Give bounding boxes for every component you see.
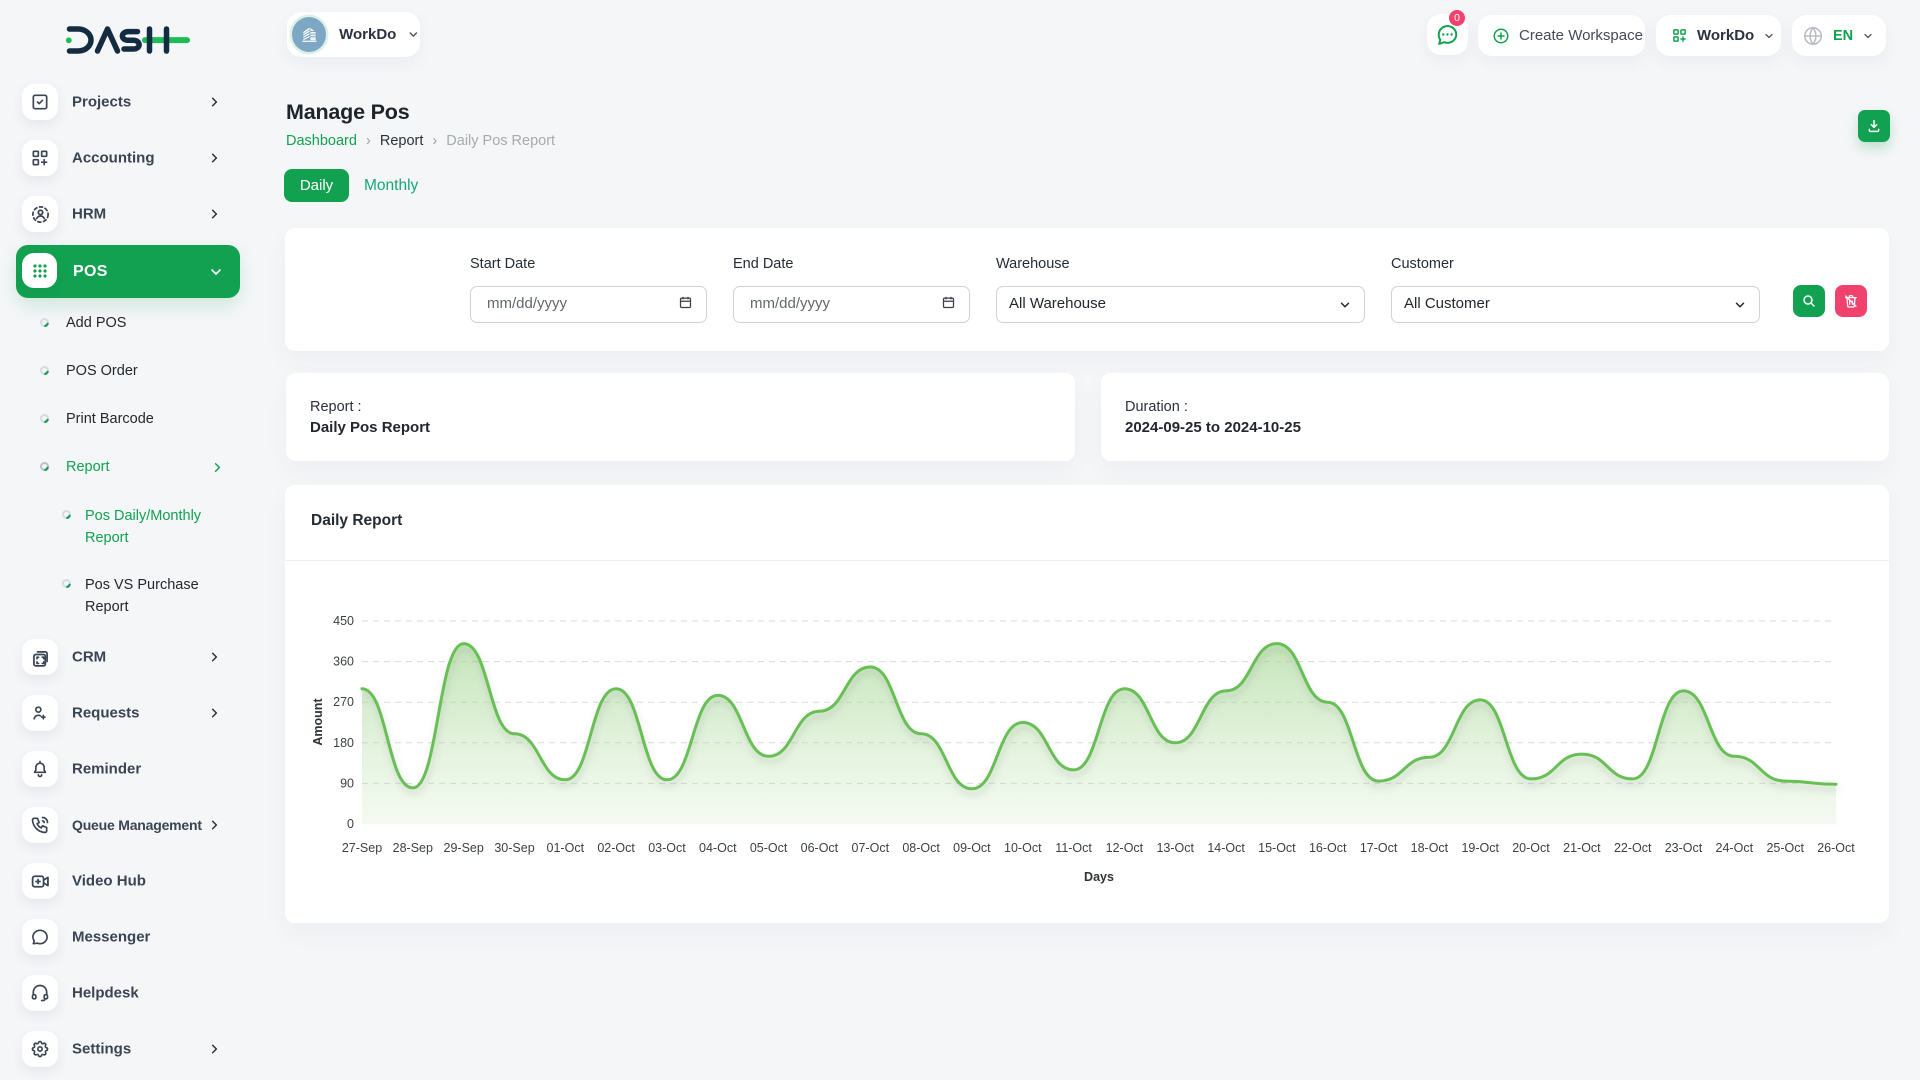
svg-text:90: 90 (340, 776, 354, 790)
svg-text:16-Oct: 16-Oct (1309, 841, 1347, 855)
svg-text:21-Oct: 21-Oct (1563, 841, 1601, 855)
svg-text:270: 270 (333, 695, 354, 709)
svg-text:28-Sep: 28-Sep (393, 841, 433, 855)
svg-text:22-Oct: 22-Oct (1614, 841, 1652, 855)
svg-text:180: 180 (333, 736, 354, 750)
svg-text:450: 450 (333, 614, 354, 628)
svg-text:17-Oct: 17-Oct (1360, 841, 1398, 855)
svg-text:Amount: Amount (311, 698, 325, 746)
svg-text:13-Oct: 13-Oct (1156, 841, 1194, 855)
svg-text:06-Oct: 06-Oct (801, 841, 839, 855)
svg-text:08-Oct: 08-Oct (902, 841, 940, 855)
svg-text:360: 360 (333, 655, 354, 669)
svg-text:11-Oct: 11-Oct (1055, 841, 1092, 855)
svg-text:19-Oct: 19-Oct (1461, 841, 1499, 855)
svg-text:Days: Days (1084, 870, 1114, 884)
svg-text:14-Oct: 14-Oct (1207, 841, 1245, 855)
svg-text:09-Oct: 09-Oct (953, 841, 991, 855)
svg-text:12-Oct: 12-Oct (1106, 841, 1144, 855)
svg-text:03-Oct: 03-Oct (648, 841, 686, 855)
svg-text:15-Oct: 15-Oct (1258, 841, 1296, 855)
svg-text:20-Oct: 20-Oct (1512, 841, 1550, 855)
svg-text:18-Oct: 18-Oct (1411, 841, 1449, 855)
svg-text:07-Oct: 07-Oct (852, 841, 890, 855)
svg-text:04-Oct: 04-Oct (699, 841, 737, 855)
svg-text:27-Sep: 27-Sep (342, 841, 382, 855)
svg-text:24-Oct: 24-Oct (1716, 841, 1754, 855)
svg-text:29-Sep: 29-Sep (444, 841, 484, 855)
svg-text:26-Oct: 26-Oct (1817, 841, 1855, 855)
svg-text:02-Oct: 02-Oct (597, 841, 635, 855)
svg-text:05-Oct: 05-Oct (750, 841, 788, 855)
svg-text:10-Oct: 10-Oct (1004, 841, 1042, 855)
svg-text:0: 0 (347, 817, 354, 831)
svg-text:30-Sep: 30-Sep (494, 841, 534, 855)
svg-text:01-Oct: 01-Oct (547, 841, 585, 855)
svg-text:23-Oct: 23-Oct (1665, 841, 1703, 855)
svg-text:25-Oct: 25-Oct (1766, 841, 1804, 855)
